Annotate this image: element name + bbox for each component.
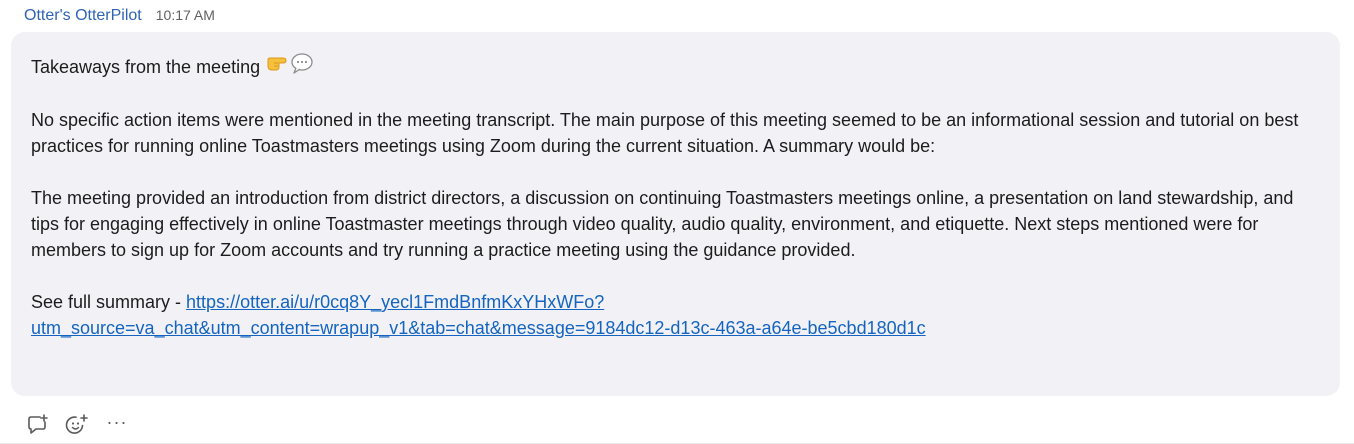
message-title-line: Takeaways from the meeting <box>31 52 1320 81</box>
backhand-index-pointing-right-icon <box>266 53 290 80</box>
more-icon: ··· <box>106 412 128 432</box>
sender-name[interactable]: Otter's OtterPilot <box>24 7 142 25</box>
message-bubble: Takeaways from the meeting No specific a… <box>11 32 1340 396</box>
action-items-paragraph: No specific action items were mentioned … <box>31 110 1299 156</box>
reply-thread-button[interactable] <box>24 412 50 438</box>
summary-link-part2[interactable]: utm_source=va_chat&utm_content=wrapup_v1… <box>31 318 926 338</box>
chat-message: Otter's OtterPilot 10:17 AM Takeaways fr… <box>0 0 1354 444</box>
add-reaction-icon <box>65 413 89 437</box>
add-reaction-button[interactable] <box>64 412 90 438</box>
summary-link-part1[interactable]: https://otter.ai/u/r0cq8Y_yecl1FmdBnfmKx… <box>186 292 604 312</box>
more-actions-button[interactable]: ··· <box>104 409 130 441</box>
speech-balloon-icon <box>290 52 314 81</box>
message-actions: ··· <box>24 409 130 441</box>
message-title: Takeaways from the meeting <box>31 56 261 77</box>
message-header: Otter's OtterPilot 10:17 AM <box>24 7 215 25</box>
full-summary-line: See full summary - https://otter.ai/u/r0… <box>31 289 1320 341</box>
summary-paragraph: The meeting provided an introduction fro… <box>31 188 1294 260</box>
message-timestamp[interactable]: 10:17 AM <box>156 7 215 23</box>
summary-prefix: See full summary - <box>31 292 187 312</box>
reply-thread-icon <box>25 413 49 437</box>
emoji-group <box>266 52 314 81</box>
